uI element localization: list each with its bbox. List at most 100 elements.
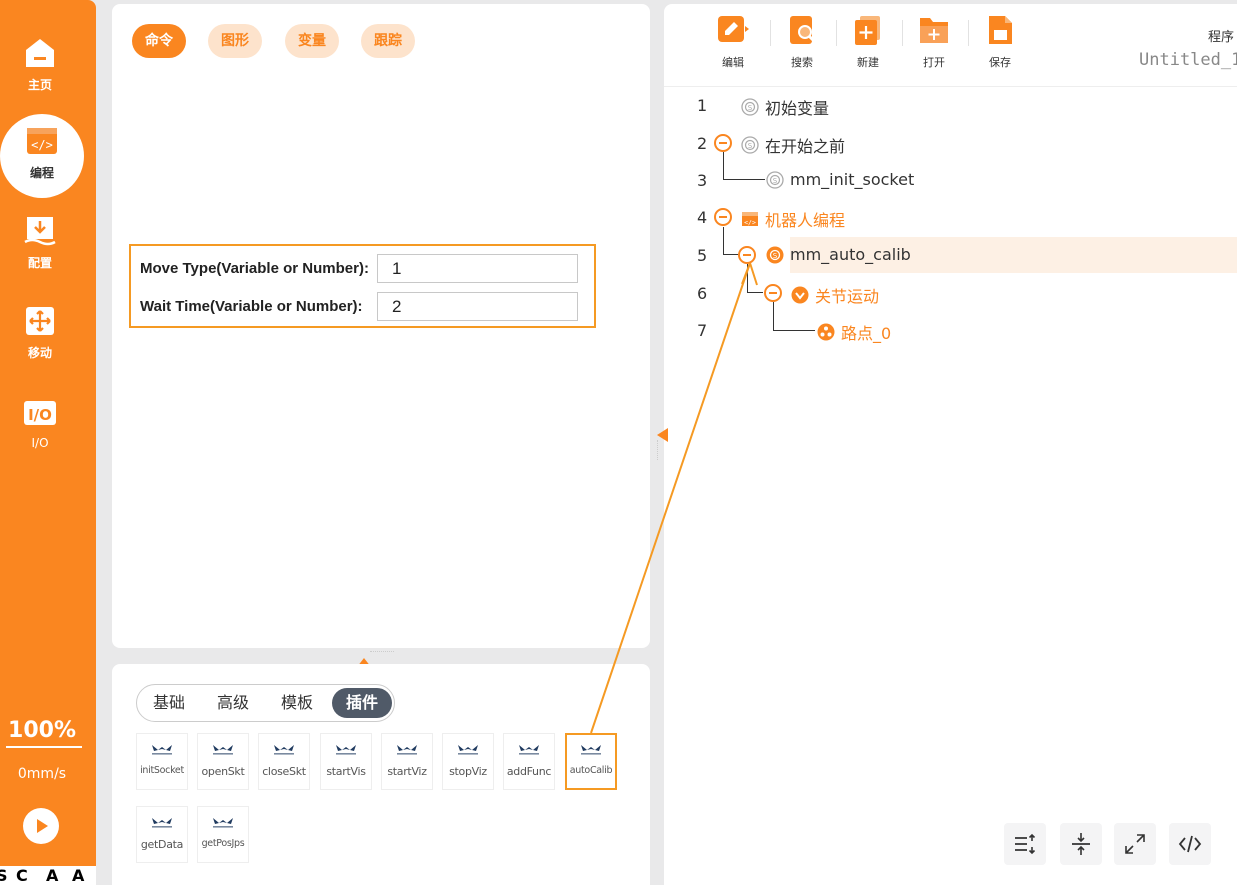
nav-home-label: 主页	[27, 78, 52, 92]
new-label: 新建	[857, 56, 879, 69]
nav-io[interactable]: I/O I/O	[0, 390, 80, 464]
svg-text:</>: </>	[744, 219, 756, 227]
strip-letter: A	[72, 866, 85, 885]
plugin-name: openSkt	[201, 765, 245, 778]
nav-home[interactable]: 主页	[0, 30, 80, 104]
nav-programming[interactable]: </> 编程	[0, 114, 84, 198]
nav-io-label: I/O	[31, 436, 49, 450]
speed-percent[interactable]: 100%	[0, 718, 84, 743]
nav-programming-label: 编程	[29, 166, 54, 180]
toolbar-separator	[770, 20, 771, 46]
script-icon: S	[741, 136, 759, 154]
collapse-lines-button[interactable]	[1060, 823, 1102, 865]
wait-time-label: Wait Time(Variable or Number):	[140, 298, 363, 315]
plugin-getposjps[interactable]: getPosJps	[197, 806, 249, 863]
collapse-toggle-icon[interactable]	[764, 284, 782, 302]
strip-letter: C	[16, 866, 28, 885]
save-button[interactable]: 保存	[978, 14, 1022, 70]
speed-value: 0mm/s	[17, 766, 67, 782]
toolbar-divider	[664, 86, 1237, 87]
toolbar-separator	[902, 20, 903, 46]
plugin-openskt[interactable]: openSkt	[197, 733, 249, 790]
script-icon: S	[766, 170, 784, 189]
collapse-toggle-icon[interactable]	[714, 208, 732, 226]
line-number: 2	[697, 134, 708, 153]
tree-node-robot-program[interactable]: </> 机器人编程	[741, 207, 845, 231]
search-icon	[790, 16, 817, 44]
line-number: 7	[697, 321, 708, 340]
expand-lines-icon	[1015, 833, 1036, 855]
category-template[interactable]: 模板	[267, 688, 327, 718]
line-number: 6	[697, 284, 708, 303]
plugin-initsocket[interactable]: initSocket	[136, 733, 188, 790]
plugin-getdata[interactable]: getData	[136, 806, 188, 863]
nav-config[interactable]: 配置	[0, 208, 80, 282]
new-button[interactable]: 新建	[846, 14, 890, 70]
program-name[interactable]: Untitled_1*	[1139, 50, 1237, 70]
param-row-move-type: Move Type(Variable or Number):	[140, 254, 578, 283]
plugin-addfunc[interactable]: addFunc	[503, 733, 555, 790]
category-plugin[interactable]: 插件	[332, 688, 392, 718]
strip-letter: S	[0, 866, 8, 885]
plugin-startviz[interactable]: startViz	[381, 733, 433, 790]
joint-move-icon	[791, 286, 809, 304]
splitter-grip-horizontal[interactable]	[370, 651, 394, 654]
tab-variables[interactable]: 变量	[285, 24, 339, 58]
code-view-button[interactable]	[1169, 823, 1211, 865]
tree-node-label: mm_auto_calib	[790, 245, 911, 264]
move-type-input[interactable]	[377, 254, 578, 283]
new-icon	[855, 16, 880, 45]
tree-node-label: 关节运动	[815, 287, 880, 306]
splitter-grip-vertical[interactable]	[657, 440, 660, 460]
tree-node-init-vars[interactable]: S 初始变量	[741, 95, 829, 119]
line-number: 3	[697, 171, 708, 190]
play-button[interactable]	[23, 808, 59, 844]
program-label: 程序	[1208, 30, 1235, 45]
nav-move[interactable]: 移动	[0, 298, 80, 372]
wait-time-input[interactable]	[377, 292, 578, 321]
plugin-logo-icon	[458, 745, 478, 755]
fullscreen-button[interactable]	[1114, 823, 1156, 865]
tree-node-mm-init-socket[interactable]: S mm_init_socket	[766, 170, 914, 189]
plugin-name: getPosJps	[201, 838, 245, 849]
tree-node-before-start[interactable]: S 在开始之前	[741, 133, 845, 157]
svg-text:</>: </>	[31, 138, 53, 152]
search-button[interactable]: 搜索	[780, 14, 824, 70]
plugin-logo-icon	[397, 745, 417, 755]
tree-node-mm-auto-calib[interactable]: S mm_auto_calib	[766, 245, 911, 264]
plugin-startvis[interactable]: startVis	[320, 733, 372, 790]
tab-trace[interactable]: 跟踪	[361, 24, 415, 58]
collapse-toggle-icon[interactable]	[738, 246, 756, 264]
plugin-name: getData	[140, 838, 184, 851]
plugin-logo-icon	[213, 818, 233, 828]
plugin-stopviz[interactable]: stopViz	[442, 733, 494, 790]
move-icon	[23, 304, 57, 338]
save-label: 保存	[989, 56, 1011, 69]
search-label: 搜索	[791, 56, 813, 69]
expand-lines-button[interactable]	[1004, 823, 1046, 865]
program-icon: </>	[742, 212, 758, 227]
category-basic[interactable]: 基础	[139, 688, 199, 718]
svg-text:S: S	[748, 142, 753, 150]
annotation-highlight-box	[565, 733, 617, 790]
collapse-lines-icon	[1072, 833, 1090, 855]
tab-graphics[interactable]: 图形	[208, 24, 262, 58]
speed-divider	[6, 746, 82, 748]
tree-connector	[723, 227, 739, 255]
edit-button[interactable]: 编辑	[711, 14, 755, 70]
collapse-toggle-icon[interactable]	[714, 134, 732, 152]
open-button[interactable]: 打开	[912, 14, 956, 70]
svg-text:S: S	[748, 104, 753, 112]
tree-node-waypoint[interactable]: 路点_0	[817, 320, 891, 344]
strip-letter: A	[46, 866, 59, 885]
category-advanced[interactable]: 高级	[203, 688, 263, 718]
nav-config-label: 配置	[27, 256, 52, 270]
tree-connector	[747, 264, 763, 293]
tree-node-joint-move[interactable]: 关节运动	[791, 283, 879, 307]
plugin-closeskt[interactable]: closeSkt	[258, 733, 310, 790]
script-icon: S	[741, 98, 759, 116]
tab-command[interactable]: 命令	[132, 24, 186, 58]
edit-icon	[718, 16, 749, 42]
edit-label: 编辑	[722, 56, 744, 69]
move-type-label: Move Type(Variable or Number):	[140, 260, 369, 277]
